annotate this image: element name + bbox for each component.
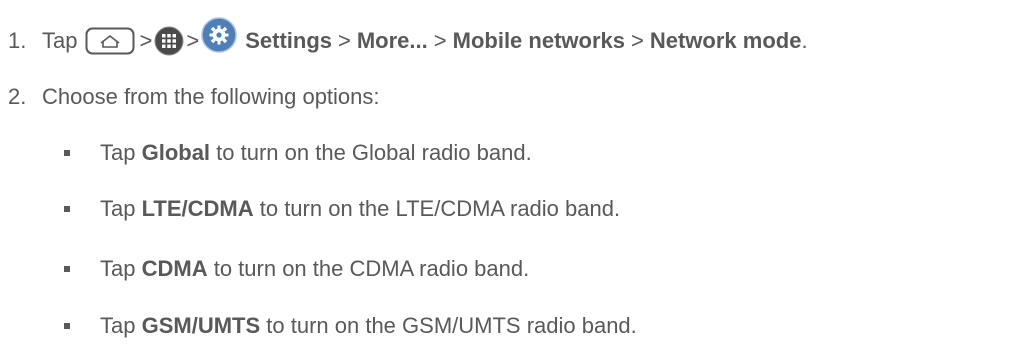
mobile-networks-label: Mobile networks <box>452 28 625 53</box>
bullet-icon <box>64 323 70 329</box>
option-name: Global <box>141 140 211 165</box>
option-name: CDMA <box>141 256 208 281</box>
option-prefix: Tap <box>100 196 142 221</box>
step-text: Choose from the following options: <box>42 84 380 109</box>
option-suffix: to turn on the LTE/CDMA radio band. <box>253 196 621 221</box>
step-number: 2. <box>8 84 27 109</box>
period: . <box>801 28 808 53</box>
option-prefix: Tap <box>100 256 142 281</box>
option-name: LTE/CDMA <box>141 196 254 221</box>
more-label: More... <box>356 28 428 53</box>
option-suffix: to turn on the CDMA radio band. <box>207 256 530 281</box>
step-2: 2. Choose from the following options: <box>8 82 380 112</box>
option-item: Tap Global to turn on the Global radio b… <box>64 138 532 168</box>
step-1: 1. Tap > > Settings > More... > Mobile n… <box>8 17 808 61</box>
option-item: Tap GSM/UMTS to turn on the GSM/UMTS rad… <box>64 311 637 341</box>
separator: > <box>630 28 644 53</box>
step-number: 1. <box>8 28 27 53</box>
separator: > <box>186 28 200 53</box>
settings-label: Settings <box>245 28 332 53</box>
separator: > <box>433 28 447 53</box>
option-prefix: Tap <box>100 140 142 165</box>
option-name: GSM/UMTS <box>141 313 261 338</box>
bullet-icon <box>64 206 70 212</box>
option-suffix: to turn on the GSM/UMTS radio band. <box>260 313 637 338</box>
option-prefix: Tap <box>100 313 142 338</box>
bullet-icon <box>64 150 70 156</box>
settings-icon <box>201 17 237 53</box>
separator: > <box>139 28 153 53</box>
tap-word: Tap <box>42 28 78 53</box>
bullet-icon <box>64 266 70 272</box>
home-icon <box>85 27 135 55</box>
network-mode-label: Network mode <box>649 28 802 53</box>
separator: > <box>338 28 351 53</box>
apps-icon <box>154 26 184 56</box>
option-item: Tap CDMA to turn on the CDMA radio band. <box>64 254 529 284</box>
option-suffix: to turn on the Global radio band. <box>210 140 532 165</box>
option-item: Tap LTE/CDMA to turn on the LTE/CDMA rad… <box>64 194 620 224</box>
